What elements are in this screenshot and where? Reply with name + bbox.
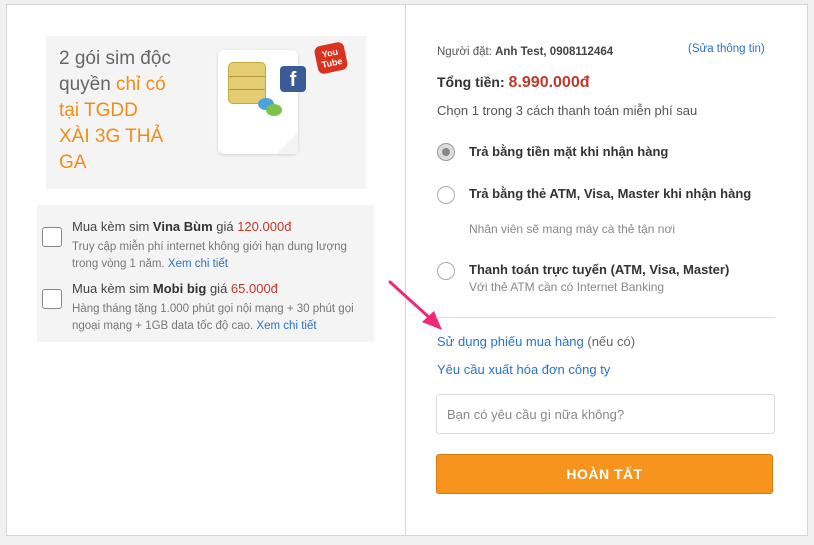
promo-line3: tại TGDD (59, 100, 138, 121)
addon-title: Mua kèm sim Vina Bùm giá 120.000đ (72, 219, 292, 234)
promo-highlight-only: chỉ có (116, 74, 166, 95)
column-divider (405, 4, 406, 535)
facebook-icon: f (280, 66, 306, 92)
addon-price: 120.000đ (237, 219, 292, 234)
total-amount: 8.990.000đ (508, 74, 590, 91)
addon-details-link[interactable]: Xem chi tiết (168, 258, 228, 270)
complete-order-button[interactable]: HOÀN TẤT (436, 454, 773, 494)
edit-info-link[interactable]: (Sửa thông tin) (688, 43, 765, 55)
addon-description: Hàng tháng tặng 1.000 phút gọi nội mạng … (72, 303, 354, 332)
payment-option-cash[interactable]: Trả bằng tiền mặt khi nhận hàng (469, 143, 769, 161)
company-invoice-link[interactable]: Yêu cầu xuất hóa đơn công ty (437, 362, 610, 377)
addon-checkbox[interactable] (42, 227, 62, 247)
payment-radio-card-on-delivery[interactable] (437, 186, 455, 204)
addon-price: 65.000đ (230, 281, 278, 296)
payment-instructions: Chọn 1 trong 3 cách thanh toán miễn phí … (437, 103, 698, 118)
addon-sim-mobi: Mua kèm sim Mobi big giá 65.000đ Hàng th… (42, 275, 372, 339)
voucher-row: Sử dụng phiếu mua hàng (nếu có) (437, 334, 635, 349)
addon-sim-name: Mobi big (152, 281, 207, 296)
use-voucher-link[interactable]: Sử dụng phiếu mua hàng (437, 334, 584, 349)
extra-request-input[interactable] (436, 394, 775, 434)
promo-line4: XÀI 3G THẢ (59, 126, 164, 147)
separator (436, 317, 775, 318)
sim-promo-banner[interactable]: 2 gói sim độc quyền chỉ có tại TGDD XÀI … (46, 36, 366, 189)
chat-bubbles-icon (258, 96, 282, 116)
buyer-name-phone: Anh Test, 0908112464 (495, 46, 614, 58)
order-total: Tổng tiền: 8.990.000đ (437, 74, 590, 91)
promo-line2a: quyền (59, 74, 117, 95)
addon-details-link[interactable]: Xem chi tiết (256, 320, 316, 332)
addon-sim-name: Vina Bùm (152, 219, 213, 234)
promo-text: 2 gói sim độc quyền chỉ có tại TGDD XÀI … (59, 46, 199, 176)
promo-line5: GA (59, 152, 87, 173)
addon-sim-vina: Mua kèm sim Vina Bùm giá 120.000đ Truy c… (42, 213, 372, 273)
addon-title: Mua kèm sim Mobi big giá 65.000đ (72, 281, 278, 296)
promo-line1: 2 gói sim độc (59, 48, 171, 69)
addon-checkbox[interactable] (42, 289, 62, 309)
payment-option-online[interactable]: Thanh toán trực tuyến (ATM, Visa, Master… (469, 261, 769, 279)
buyer-info: Người đặt: Anh Test, 0908112464 (437, 46, 614, 58)
youtube-icon: You Tube (313, 41, 349, 75)
payment-option-card-note: Nhân viên sẽ mang máy cà thẻ tận nơi (469, 222, 675, 236)
addon-sim-list: Mua kèm sim Vina Bùm giá 120.000đ Truy c… (37, 205, 374, 342)
voucher-note: (nếu có) (583, 334, 636, 349)
addon-description: Truy cập miễn phí internet không giới hạ… (72, 241, 347, 270)
payment-option-online-note: Với thẻ ATM cần có Internet Banking (469, 280, 665, 294)
pointer-arrow-icon (388, 280, 442, 330)
payment-option-card-on-delivery[interactable]: Trả bằng thẻ ATM, Visa, Master khi nhận … (469, 185, 769, 203)
payment-radio-online[interactable] (437, 262, 455, 280)
payment-radio-cash[interactable] (437, 143, 455, 161)
